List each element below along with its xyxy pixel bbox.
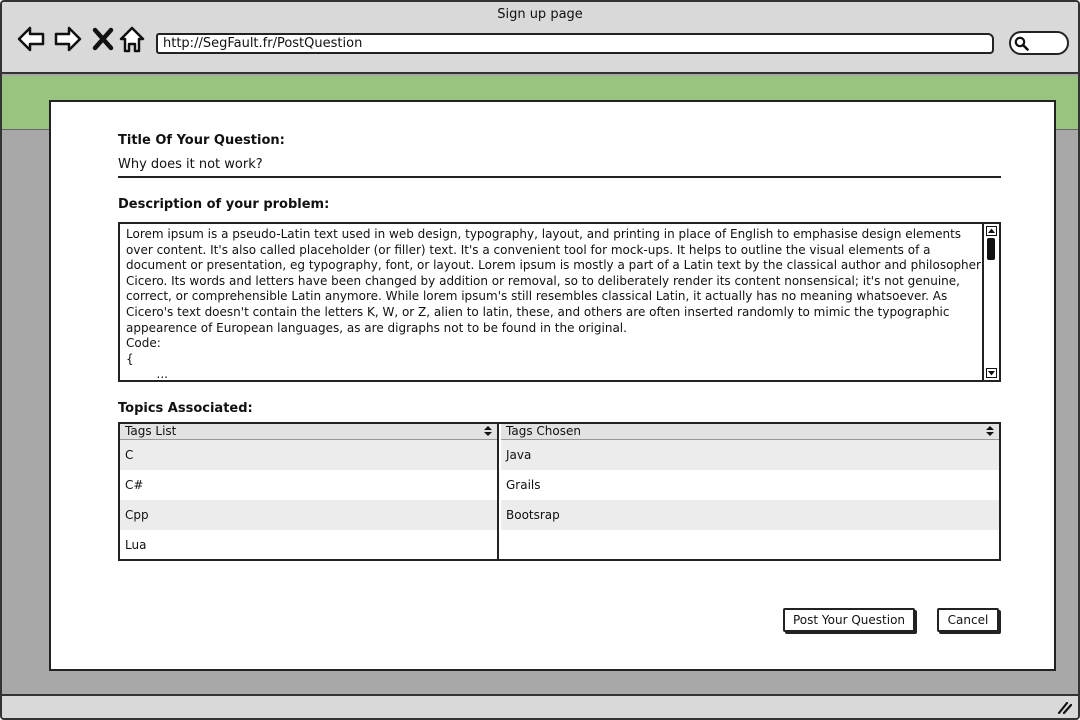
title-label: Title Of Your Question: — [118, 133, 285, 148]
tags-list-column: Tags List C C# Cpp Lua — [120, 424, 499, 559]
sort-icon[interactable] — [483, 425, 493, 437]
description-label: Description of your problem: — [118, 197, 330, 212]
sort-icon[interactable] — [985, 425, 995, 437]
tags-list-header[interactable]: Tags List — [120, 424, 497, 440]
list-item[interactable]: C — [120, 440, 497, 470]
tags-chosen-header[interactable]: Tags Chosen — [501, 424, 999, 440]
back-arrow-icon[interactable] — [16, 24, 46, 54]
list-item[interactable]: Lua — [120, 530, 497, 559]
resize-grip-icon[interactable] — [1056, 700, 1072, 714]
description-scrollbar[interactable] — [982, 224, 999, 380]
topics-table: Tags List C C# Cpp Lua Tags Chosen Java — [118, 422, 1001, 561]
list-item[interactable]: Java — [501, 440, 999, 470]
window-title: Sign up page — [497, 7, 583, 22]
title-input[interactable]: Why does it not work? — [118, 157, 263, 172]
tags-chosen-header-label: Tags Chosen — [506, 424, 581, 438]
title-underline — [118, 176, 1001, 178]
list-item[interactable]: Grails — [501, 470, 999, 500]
status-bar — [2, 694, 1078, 718]
topics-label: Topics Associated: — [118, 401, 253, 416]
browser-toolbar: Sign up page http://SegFault.fr/PostQues… — [2, 2, 1078, 74]
description-textarea[interactable]: Lorem ipsum is a pseudo-Latin text used … — [118, 222, 1001, 382]
tags-chosen-column: Tags Chosen Java Grails Bootsrap — [501, 424, 999, 559]
magnifier-icon — [1014, 36, 1029, 51]
scroll-down-icon[interactable] — [986, 368, 997, 378]
cancel-button[interactable]: Cancel — [937, 608, 999, 632]
list-item[interactable]: Cpp — [120, 500, 497, 530]
browser-window: Sign up page http://SegFault.fr/PostQues… — [0, 0, 1080, 720]
scroll-thumb[interactable] — [987, 238, 995, 260]
post-question-button[interactable]: Post Your Question — [783, 608, 915, 632]
forward-arrow-icon[interactable] — [53, 24, 83, 54]
list-item[interactable]: C# — [120, 470, 497, 500]
list-item[interactable]: Bootsrap — [501, 500, 999, 530]
tags-list-header-label: Tags List — [125, 424, 177, 438]
description-text[interactable]: Lorem ipsum is a pseudo-Latin text used … — [126, 227, 982, 380]
url-bar[interactable]: http://SegFault.fr/PostQuestion — [156, 33, 994, 54]
close-x-icon[interactable] — [89, 24, 119, 54]
search-box[interactable] — [1009, 31, 1069, 55]
post-question-panel: Title Of Your Question: Why does it not … — [49, 100, 1056, 671]
scroll-up-icon[interactable] — [986, 226, 997, 236]
home-icon[interactable] — [117, 24, 147, 54]
